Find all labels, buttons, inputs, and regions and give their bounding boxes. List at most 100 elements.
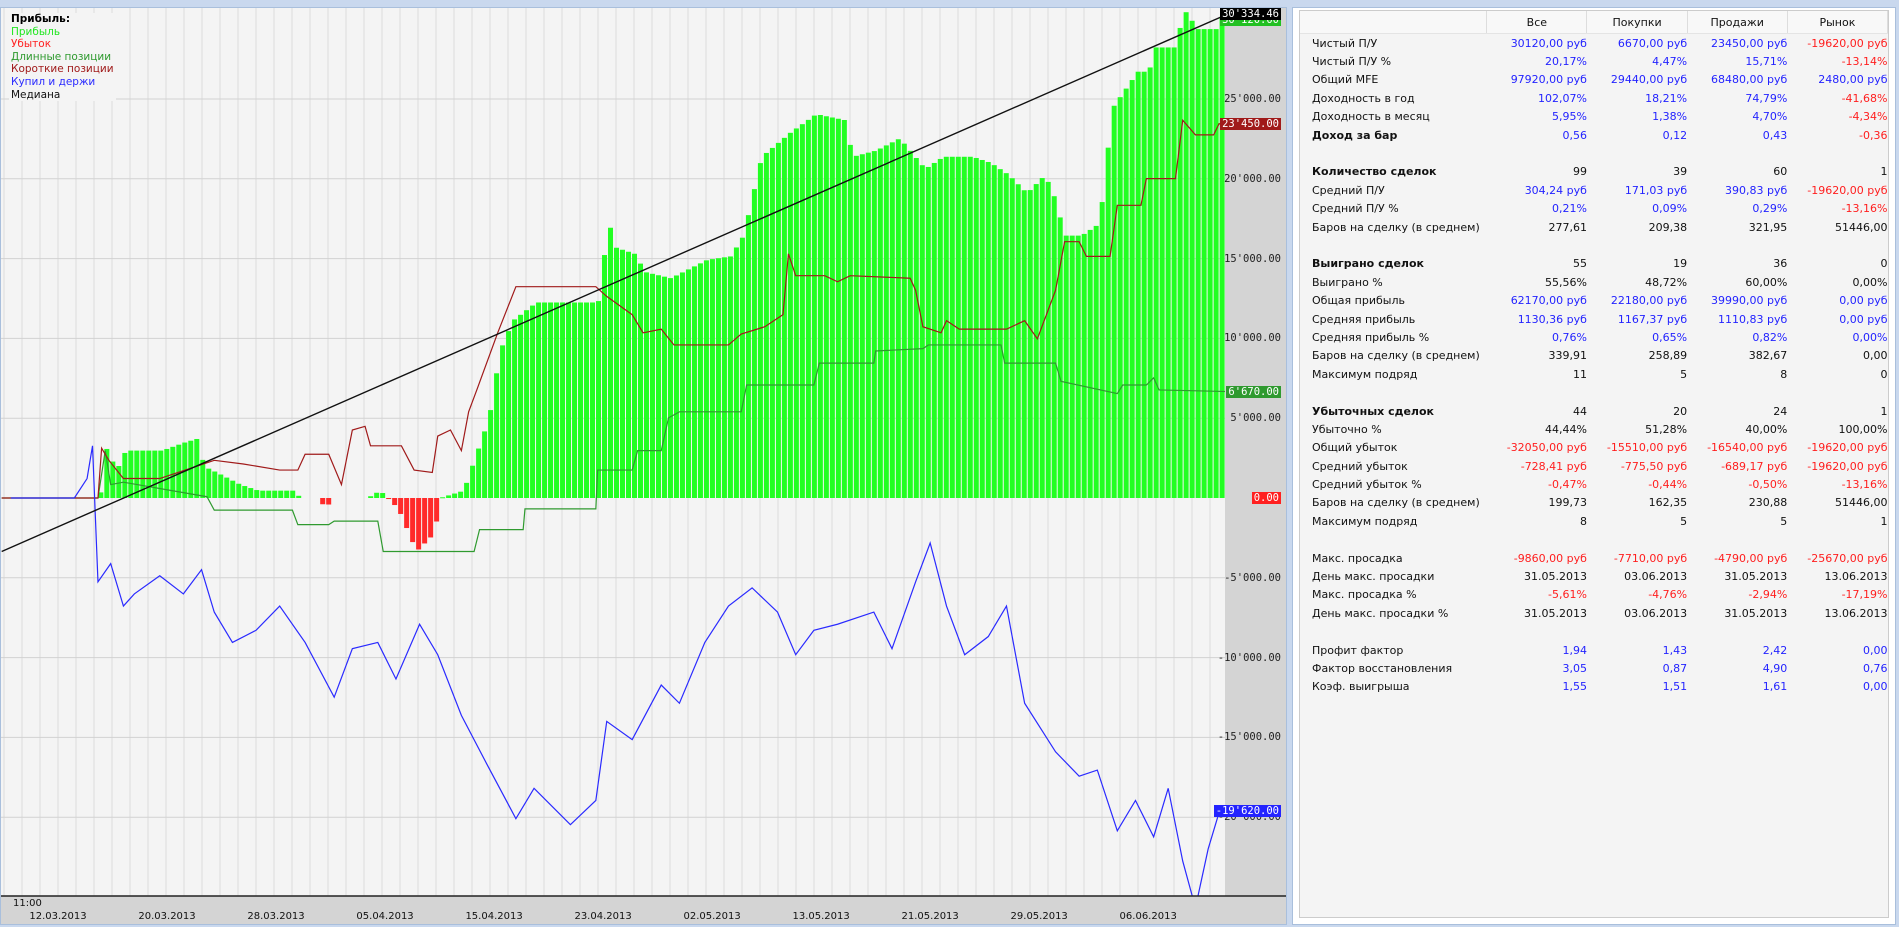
legend-item: Короткие позиции	[11, 63, 114, 76]
stats-value-all: 102,07%	[1538, 91, 1587, 105]
stats-value-market: 0,00	[1863, 349, 1888, 363]
stats-value-buys: 22180,00 руб	[1610, 294, 1688, 308]
profit-bar	[506, 331, 512, 498]
stats-value-sells: 1,61	[1762, 680, 1788, 694]
stats-row: Доход за бар 0,56 0,12 0,43 -0,36	[1300, 126, 1888, 144]
stats-row-label: Количество сделок	[1312, 165, 1437, 179]
profit-bar	[1195, 29, 1201, 498]
stats-value-sells: 382,67	[1748, 349, 1788, 363]
loss-bar	[386, 498, 392, 500]
profit-bar	[937, 158, 943, 498]
stats-value-buys: 1,43	[1662, 643, 1688, 657]
profit-bar	[943, 156, 949, 498]
profit-bar	[446, 495, 452, 498]
stats-value-sells: 60,00%	[1745, 275, 1788, 289]
stats-table-container[interactable]: Все Покупки Продажи Рынок Чистый П/У 30120,0…	[1299, 10, 1889, 918]
y-tick-label: -5'000.00	[1224, 571, 1281, 584]
column-header[interactable]: Покупки	[1586, 11, 1688, 34]
stats-value-buys: 0,65%	[1652, 330, 1688, 344]
last-value-tag: 23'450.00	[1220, 117, 1281, 130]
stats-row-label: Доходность в год	[1312, 91, 1415, 105]
last-value-tag: -19'620.00	[1213, 805, 1281, 818]
profit-bar	[1069, 235, 1075, 498]
profit-bar	[206, 468, 212, 498]
x-tick-label: 13.05.2013	[792, 911, 850, 922]
stats-value-market: -41,68%	[1841, 91, 1888, 105]
profit-bar	[1171, 47, 1177, 499]
profit-bar	[212, 471, 218, 498]
stats-value-all: 0,56	[1562, 128, 1587, 142]
stats-row: Чистый П/У 30120,00 руб 6670,00 руб 23450,0…	[1300, 34, 1888, 53]
column-header[interactable]: Продажи	[1687, 11, 1788, 34]
profit-bar	[1213, 29, 1219, 498]
stats-row-label: Баров на сделку (в среднем)	[1312, 220, 1480, 234]
stats-row: Выиграно сделок 55 19 36 0	[1300, 255, 1888, 273]
stats-value-buys: 5	[1680, 514, 1688, 528]
profit-bar	[482, 431, 488, 498]
profit-bar	[925, 166, 931, 499]
stats-value-all: 8	[1579, 514, 1587, 528]
stats-value-all: 304,24 руб	[1524, 183, 1587, 197]
stats-value-sells: 4,70%	[1752, 110, 1788, 124]
profit-bar	[1153, 47, 1159, 499]
stats-value-sells: 0,29%	[1752, 202, 1788, 216]
column-header[interactable]: Рынок	[1787, 11, 1889, 34]
stats-row-label: Чистый П/У %	[1312, 55, 1392, 69]
stats-panel: Все Покупки Продажи Рынок Чистый П/У 30120,0…	[1292, 7, 1896, 925]
stats-value-buys: 39	[1673, 165, 1688, 179]
stats-row: Общий убыток -32050,00 руб -15510,00 руб -1…	[1300, 439, 1888, 457]
equity-chart-panel[interactable]: Прибыль: Прибыль Убыток Длинные позиции Кор…	[0, 7, 1287, 925]
profit-bar	[608, 227, 614, 499]
profit-bar	[590, 302, 596, 498]
loss-bar	[416, 498, 422, 550]
stats-value-sells: 74,79%	[1745, 91, 1788, 105]
profit-bar	[548, 302, 554, 498]
profit-bar	[673, 275, 679, 498]
stats-value-all: 31.05.2013	[1523, 570, 1587, 584]
stats-value-buys: -775,50 руб	[1620, 459, 1688, 473]
stats-value-market: -17,19%	[1841, 588, 1888, 602]
stats-row: Макс. просадка -9860,00 руб -7710,00 руб -4…	[1300, 549, 1888, 567]
stats-value-buys: 1,38%	[1652, 110, 1688, 124]
stats-value-buys: 1167,37 руб	[1617, 312, 1688, 326]
x-tick-label: 20.03.2013	[138, 911, 196, 922]
column-header[interactable]: Все	[1486, 11, 1588, 34]
legend-title: Прибыль:	[11, 13, 71, 25]
stats-row-label: Средний убыток	[1312, 459, 1408, 473]
stats-value-all: 44	[1572, 404, 1587, 418]
profit-bar	[122, 452, 128, 498]
profit-bar	[1039, 178, 1045, 498]
stats-row: Баров на сделку (в среднем) 199,73 162,35 2…	[1300, 494, 1888, 512]
spacer-row	[1300, 531, 1888, 549]
stats-row-label: Средняя прибыль %	[1312, 330, 1430, 344]
profit-bar	[853, 155, 859, 498]
profit-bar	[218, 474, 224, 498]
profit-bar	[1135, 71, 1141, 498]
profit-bar	[536, 302, 542, 498]
stats-row-label: Чистый П/У	[1312, 36, 1378, 50]
profit-bar	[739, 237, 745, 499]
stats-value-buys: 171,03 руб	[1624, 183, 1688, 197]
stats-value-sells: -2,94%	[1748, 588, 1788, 602]
stats-row-label: Максимум подряд	[1312, 514, 1418, 528]
legend-item: Медиана	[11, 88, 61, 101]
profit-bar	[1177, 27, 1183, 498]
x-tick-label: 05.04.2013	[356, 911, 414, 922]
profit-bar	[1063, 235, 1069, 498]
profit-bar	[901, 143, 907, 498]
spacer-row	[1300, 236, 1888, 254]
stats-value-buys: 209,38	[1648, 220, 1688, 234]
stats-row-label: Максимум подряд	[1312, 367, 1418, 381]
stats-row-label: Баров на сделку (в среднем)	[1312, 496, 1480, 510]
profit-bar	[614, 247, 620, 498]
profit-bar	[368, 496, 374, 498]
stats-value-market: 0,00	[1863, 643, 1888, 657]
stats-row: Баров на сделку (в среднем) 339,91 258,89 3…	[1300, 347, 1888, 365]
stats-value-market: 51446,00	[1835, 220, 1888, 234]
stats-value-market: -13,14%	[1841, 55, 1888, 69]
stats-row: Коэф. выигрыша 1,55 1,51 1,61 0,00	[1300, 678, 1888, 696]
equity-chart[interactable]	[1, 8, 1286, 924]
profit-bar	[596, 301, 602, 498]
profit-bar	[1105, 147, 1111, 498]
stats-value-market: -13,16%	[1841, 478, 1888, 492]
